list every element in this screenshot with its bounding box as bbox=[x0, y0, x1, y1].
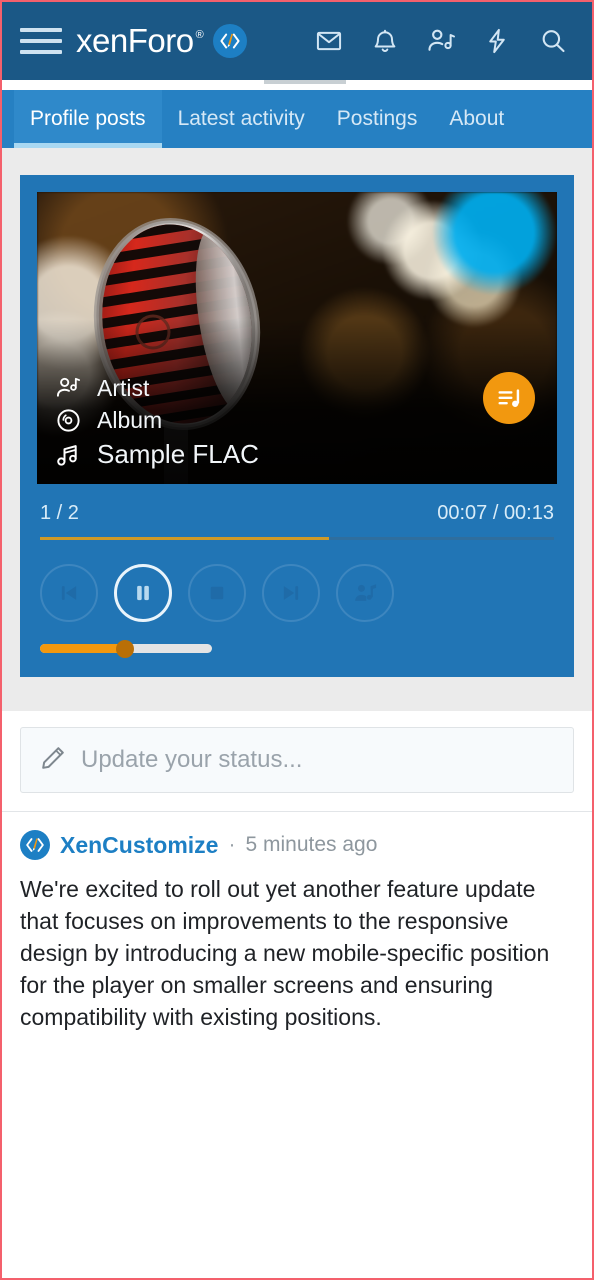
metadata-album-row: Album bbox=[53, 407, 259, 434]
xencustomize-logo-icon[interactable] bbox=[213, 24, 248, 58]
inbox-icon[interactable] bbox=[314, 26, 344, 56]
header-divider bbox=[2, 80, 592, 90]
post-header: XenCustomize · 5 minutes ago bbox=[20, 830, 574, 860]
post-separator: · bbox=[228, 833, 236, 856]
search-icon[interactable] bbox=[538, 26, 568, 56]
artist-icon bbox=[53, 375, 83, 402]
metadata-artist-row: Artist bbox=[53, 375, 259, 402]
pause-button[interactable] bbox=[114, 564, 172, 622]
artist-info-button[interactable] bbox=[336, 564, 394, 622]
track-time: 00:07 / 00:13 bbox=[437, 502, 554, 524]
site-logo-text: xenForo bbox=[76, 22, 194, 59]
members-icon[interactable] bbox=[426, 26, 456, 56]
tab-label: Latest activity bbox=[177, 107, 305, 130]
post-author[interactable]: XenCustomize bbox=[60, 832, 218, 859]
trademark-mark: ® bbox=[195, 29, 204, 41]
post-timestamp[interactable]: 5 minutes ago bbox=[245, 833, 377, 857]
volume-slider[interactable] bbox=[40, 640, 212, 658]
next-button[interactable] bbox=[262, 564, 320, 622]
site-logo[interactable]: xenForo ® bbox=[76, 22, 204, 60]
section-gap bbox=[2, 677, 592, 711]
profile-post: XenCustomize · 5 minutes ago We're excit… bbox=[2, 812, 592, 1033]
status-input[interactable]: Update your status... bbox=[20, 727, 574, 793]
track-metadata: Artist Album Sample FLAC bbox=[53, 375, 259, 470]
metadata-track-row: Sample FLAC bbox=[53, 439, 259, 470]
hamburger-icon[interactable] bbox=[20, 24, 62, 58]
metadata-track-title: Sample FLAC bbox=[97, 439, 259, 469]
seek-bar-fill bbox=[40, 537, 330, 540]
playlist-icon[interactable] bbox=[483, 372, 535, 424]
profile-tab-bar: Profile posts Latest activity Postings A… bbox=[2, 90, 592, 148]
tab-label: About bbox=[449, 107, 505, 130]
media-player: Artist Album Sample FLAC 1 / 2 00:07 / 0… bbox=[20, 175, 574, 677]
page-content: Artist Album Sample FLAC 1 / 2 00:07 / 0… bbox=[2, 148, 592, 677]
player-status-line: 1 / 2 00:07 / 00:13 bbox=[37, 484, 557, 537]
status-update-card: Update your status... bbox=[2, 711, 592, 811]
pencil-icon bbox=[39, 744, 67, 777]
post-body: We're excited to roll out yet another fe… bbox=[20, 876, 550, 1030]
header-icon-group bbox=[314, 26, 568, 56]
tab-profile-posts[interactable]: Profile posts bbox=[14, 90, 162, 148]
status-input-placeholder: Update your status... bbox=[81, 746, 303, 773]
hamburger-bar bbox=[20, 39, 62, 43]
site-header: xenForo ® bbox=[2, 2, 592, 80]
whats-new-icon[interactable] bbox=[482, 26, 512, 56]
avatar[interactable] bbox=[20, 830, 50, 860]
volume-knob[interactable] bbox=[115, 640, 134, 658]
app-window: xenForo ® Profile posts Latest activity … bbox=[0, 0, 594, 1280]
tab-about[interactable]: About bbox=[433, 90, 520, 148]
stop-button[interactable] bbox=[188, 564, 246, 622]
tab-label: Profile posts bbox=[30, 107, 146, 130]
alerts-icon[interactable] bbox=[370, 26, 400, 56]
metadata-album-label: Album bbox=[97, 407, 163, 433]
player-controls bbox=[37, 560, 557, 642]
seek-bar[interactable] bbox=[40, 537, 554, 540]
tab-label: Postings bbox=[336, 107, 418, 130]
hamburger-bar bbox=[20, 28, 62, 32]
tab-latest-activity[interactable]: Latest activity bbox=[162, 90, 321, 148]
track-icon bbox=[53, 441, 83, 469]
metadata-artist-label: Artist bbox=[97, 375, 150, 401]
previous-button[interactable] bbox=[40, 564, 98, 622]
tab-postings[interactable]: Postings bbox=[321, 90, 434, 148]
album-icon bbox=[53, 407, 83, 434]
hamburger-bar bbox=[20, 50, 62, 54]
player-artwork: Artist Album Sample FLAC bbox=[37, 192, 557, 484]
track-position: 1 / 2 bbox=[40, 502, 79, 524]
